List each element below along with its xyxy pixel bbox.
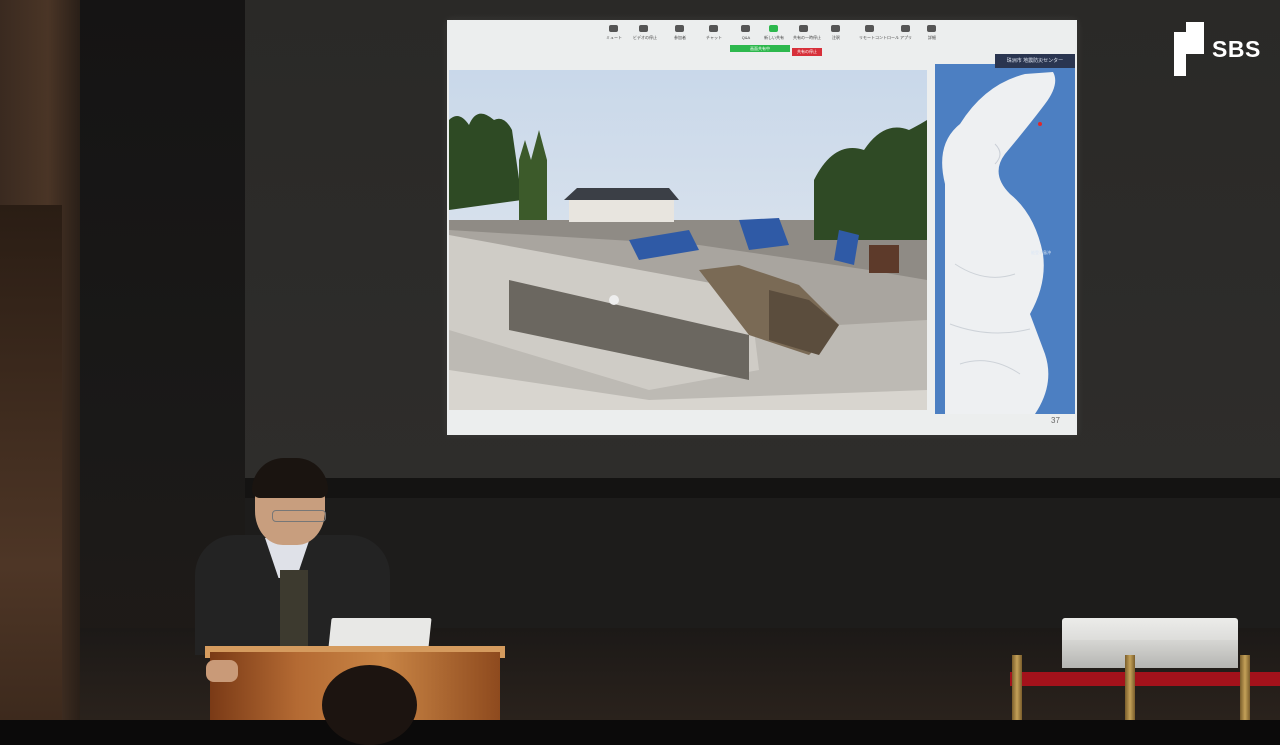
stanchion-post <box>1240 655 1250 720</box>
screen-bottom-frame <box>245 478 1280 498</box>
speaker-glasses <box>272 510 326 522</box>
damage-photo-image <box>449 70 927 410</box>
video-icon[interactable]: ビデオの停止 <box>633 23 657 45</box>
apps-icon[interactable]: アプリ <box>895 23 917 45</box>
annotate-icon[interactable]: 注釈 <box>825 23 847 45</box>
epicenter-marker <box>1038 122 1042 126</box>
microphone-icon[interactable]: ミュート <box>603 23 625 45</box>
toolbar-label: 共有の一時停止 <box>793 35 821 40</box>
toolbar-label: チャット <box>706 35 722 40</box>
toolbar-label: リモートコントロール <box>859 35 899 40</box>
left-wall-doorway <box>0 205 62 720</box>
earthquake-damage-photo <box>449 70 927 410</box>
share-icon[interactable]: 新しい共有 <box>763 23 785 45</box>
chat-icon[interactable]: チャット <box>703 23 725 45</box>
stop-share-button[interactable]: 共有の停止 <box>792 48 822 56</box>
stanchion-post <box>1125 655 1135 720</box>
pause-icon[interactable]: 共有の一時停止 <box>793 23 821 45</box>
remote-control-icon[interactable]: リモートコントロール <box>859 23 899 45</box>
toolbar-label: ビデオの停止 <box>633 35 657 40</box>
more-icon[interactable]: 詳細 <box>921 23 943 45</box>
stage-back-wall <box>245 498 1280 628</box>
map-title-bar: 珠洲市 地震防災センター <box>995 54 1075 68</box>
toolbar-label: 注釈 <box>832 35 840 40</box>
location-map: 能登半島沖 <box>935 64 1075 414</box>
participants-icon[interactable]: 参加者 <box>669 23 691 45</box>
sbs-logo-text: SBS <box>1212 36 1261 62</box>
map-sea-label: 能登半島沖 <box>1031 250 1051 255</box>
sharing-indicator: 画面共有中 <box>730 45 790 52</box>
slide-page-number: 37 <box>1051 416 1060 425</box>
stanchion-post <box>1012 655 1022 720</box>
speaker-hand <box>206 660 238 682</box>
toolbar-label: アプリ <box>900 35 912 40</box>
projected-slide: ミュート ビデオの停止 参加者 チャット Q&A 新しい共有 共有の一時停止 注… <box>447 20 1077 435</box>
toolbar-label: 詳細 <box>928 35 936 40</box>
sbs-logo: SBS <box>1172 20 1267 78</box>
noto-peninsula-map <box>942 72 1056 414</box>
qa-icon[interactable]: Q&A <box>735 23 757 45</box>
toolbar-label: 新しい共有 <box>764 35 784 40</box>
speaker-vest <box>280 570 308 655</box>
toolbar-label: 参加者 <box>674 35 686 40</box>
sbs-logo-mark <box>1174 22 1204 76</box>
laptop <box>328 618 432 648</box>
toolbar-label: ミュート <box>606 35 622 40</box>
audience-member-head <box>322 665 417 745</box>
toolbar-label: Q&A <box>741 35 751 40</box>
projector-front <box>1062 640 1238 668</box>
